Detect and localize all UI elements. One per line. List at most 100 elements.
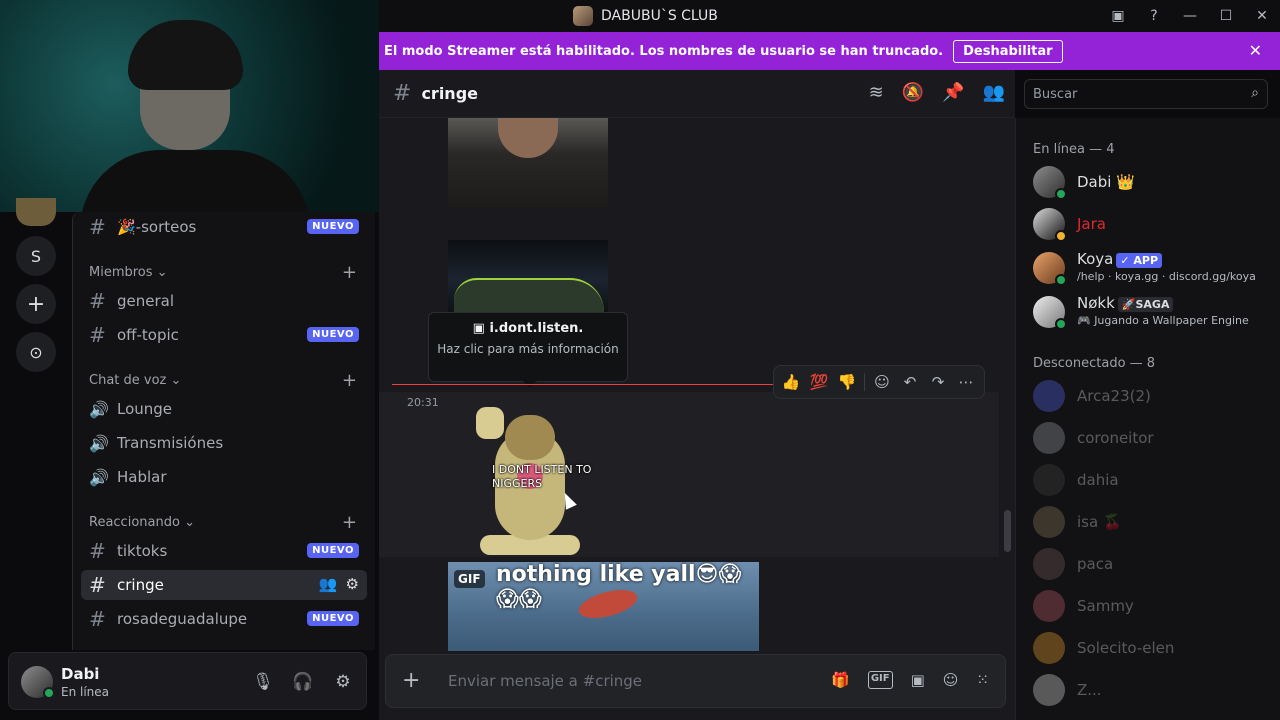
attach-icon[interactable]: +: [402, 668, 420, 693]
member-name: Sammy: [1077, 597, 1134, 615]
gift-icon[interactable]: 🎁: [831, 671, 850, 689]
message-image[interactable]: [448, 118, 608, 208]
member-list-icon[interactable]: 👥: [983, 82, 1005, 103]
server-s[interactable]: S: [16, 236, 56, 276]
member-offline[interactable]: dahia: [1033, 460, 1273, 500]
close-icon[interactable]: ✕: [1249, 41, 1262, 60]
message-composer[interactable]: + Enviar mensaje a #cringe 🎁 GIF ▣ ☺ ⁙: [385, 654, 1006, 708]
banner-text: El modo Streamer está habilitado. Los no…: [384, 43, 944, 59]
invite-icon[interactable]: 👥: [319, 575, 338, 593]
add-channel-icon[interactable]: +: [342, 370, 357, 391]
message-input[interactable]: Enviar mensaje a #cringe: [448, 672, 642, 690]
voice-channel-transmisiones[interactable]: 🔊 Transmisiónes: [81, 428, 367, 458]
channel-label: rosadeguadalupe: [117, 610, 248, 628]
channel-cringe[interactable]: # cringe 👥 ⚙: [81, 570, 367, 600]
channel-label: Hablar: [117, 468, 167, 486]
member-name: dahia: [1077, 471, 1119, 489]
message-gif[interactable]: GIF nothing like yall😎😱😱😱: [448, 562, 759, 651]
add-channel-icon[interactable]: +: [342, 262, 357, 283]
add-server-icon[interactable]: +: [16, 284, 56, 324]
add-reaction-icon[interactable]: ☺: [871, 373, 893, 391]
reaction-thumbs-down[interactable]: 👎: [836, 373, 858, 391]
member-dabi[interactable]: Dabi 👑: [1033, 162, 1273, 202]
discover-icon[interactable]: ⊙: [16, 332, 56, 372]
category-label: Chat de voz: [89, 372, 167, 388]
forward-icon[interactable]: ↷: [927, 373, 949, 391]
gif-icon[interactable]: GIF: [867, 671, 893, 689]
notifications-muted-icon[interactable]: 🔕: [902, 82, 924, 103]
gear-icon[interactable]: ⚙: [328, 667, 358, 697]
gear-icon[interactable]: ⚙: [346, 575, 359, 593]
sticker-icon[interactable]: ▣: [911, 671, 925, 689]
member-activity: 🎮 Jugando a Wallpaper Engine: [1077, 314, 1249, 327]
message-image[interactable]: [448, 240, 608, 312]
member-offline[interactable]: Solecito-elen: [1033, 628, 1273, 668]
channel-label: off-topic: [117, 326, 179, 344]
member-name: Jara: [1077, 215, 1106, 233]
member-offline[interactable]: Sammy: [1033, 586, 1273, 626]
online-status-icon: [1055, 318, 1067, 330]
username[interactable]: Dabi: [61, 665, 99, 683]
channel-tiktoks[interactable]: # tiktoks NUEVO: [81, 536, 367, 566]
pin-icon[interactable]: 📌: [942, 82, 964, 103]
avatar: [1033, 632, 1065, 664]
text-channel-icon: #: [89, 215, 106, 239]
chat-scrollbar[interactable]: [1004, 510, 1011, 552]
channel-header: # cringe ≋ 🔕 📌 👥: [379, 70, 1015, 118]
member-name: paca: [1077, 555, 1114, 573]
online-header: En línea — 4: [1033, 142, 1115, 157]
member-offline[interactable]: paca: [1033, 544, 1273, 584]
microphone-icon[interactable]: 🎙: [248, 667, 278, 697]
gif-badge: GIF: [454, 570, 485, 588]
channel-off-topic[interactable]: # off-topic NUEVO: [81, 320, 367, 350]
reaction-100[interactable]: 💯: [808, 373, 830, 391]
category-chat-de-voz[interactable]: Chat de voz ⌄ +: [89, 370, 367, 391]
search-placeholder: Buscar: [1033, 87, 1078, 102]
channel-rosadeguadalupe[interactable]: # rosadeguadalupe NUEVO: [81, 604, 367, 634]
member-offline[interactable]: isa 🍒: [1033, 502, 1273, 542]
member-list: En línea — 4 Dabi 👑 Jara Koya ✓ APP /help…: [1015, 118, 1280, 720]
sticker-icon: ▣: [472, 321, 485, 336]
voice-channel-hablar[interactable]: 🔊 Hablar: [81, 462, 367, 492]
voice-channel-lounge[interactable]: 🔊 Lounge: [81, 394, 367, 424]
emoji-icon[interactable]: ☺: [943, 671, 959, 689]
streamer-mode-banner: El modo Streamer está habilitado. Los no…: [379, 32, 1280, 70]
new-badge: NUEVO: [307, 219, 359, 234]
inbox-icon[interactable]: ▣: [1100, 0, 1136, 32]
channel-sorteos[interactable]: # 🎉-sorteos NUEVO: [81, 212, 367, 242]
more-icon[interactable]: ⋯: [955, 373, 977, 391]
avatar: [1033, 506, 1065, 538]
reply-icon[interactable]: ↶: [899, 373, 921, 391]
sticker-monkey[interactable]: I DONT LISTEN TO NIGGERS: [470, 405, 591, 555]
threads-icon[interactable]: ≋: [869, 82, 884, 103]
channel-general[interactable]: # general: [81, 286, 367, 316]
search-input[interactable]: Buscar ⌕: [1024, 79, 1268, 109]
avatar: [1033, 548, 1065, 580]
text-channel-icon: #: [89, 607, 106, 631]
text-channel-icon: #: [89, 573, 106, 597]
member-nokk[interactable]: Nøkk 🚀SAGA 🎮 Jugando a Wallpaper Engine: [1033, 292, 1273, 332]
offline-header: Desconectado — 8: [1033, 356, 1156, 371]
close-window-button[interactable]: ✕: [1244, 0, 1280, 32]
disable-streamer-button[interactable]: Deshabilitar: [953, 39, 1063, 63]
online-status-icon: [1055, 274, 1067, 286]
member-offline[interactable]: coroneitor: [1033, 418, 1273, 458]
maximize-button[interactable]: ☐: [1208, 0, 1244, 32]
minimize-button[interactable]: —: [1172, 0, 1208, 32]
help-icon[interactable]: ?: [1136, 0, 1172, 32]
member-koya[interactable]: Koya ✓ APP /help · koya.gg · discord.gg/k…: [1033, 248, 1273, 288]
new-badge: NUEVO: [307, 611, 359, 626]
category-reaccionando[interactable]: Reaccionando ⌄ +: [89, 512, 367, 533]
reaction-thumbs-up[interactable]: 👍: [780, 373, 802, 391]
member-offline[interactable]: Arca23(2): [1033, 376, 1273, 416]
add-channel-icon[interactable]: +: [342, 512, 357, 533]
member-offline[interactable]: Z...: [1033, 670, 1273, 710]
headphones-icon[interactable]: 🎧: [288, 667, 318, 697]
sticker-tooltip: ▣ i.dont.listen. Haz clic para más infor…: [428, 312, 628, 388]
server-icon-partial[interactable]: [16, 198, 56, 226]
member-jara[interactable]: Jara: [1033, 204, 1273, 244]
category-miembros[interactable]: Miembros ⌄ +: [89, 262, 367, 283]
speaker-icon: 🔊: [89, 467, 109, 487]
tooltip-body: Haz clic para más información: [437, 342, 619, 356]
apps-icon[interactable]: ⁙: [976, 671, 989, 689]
